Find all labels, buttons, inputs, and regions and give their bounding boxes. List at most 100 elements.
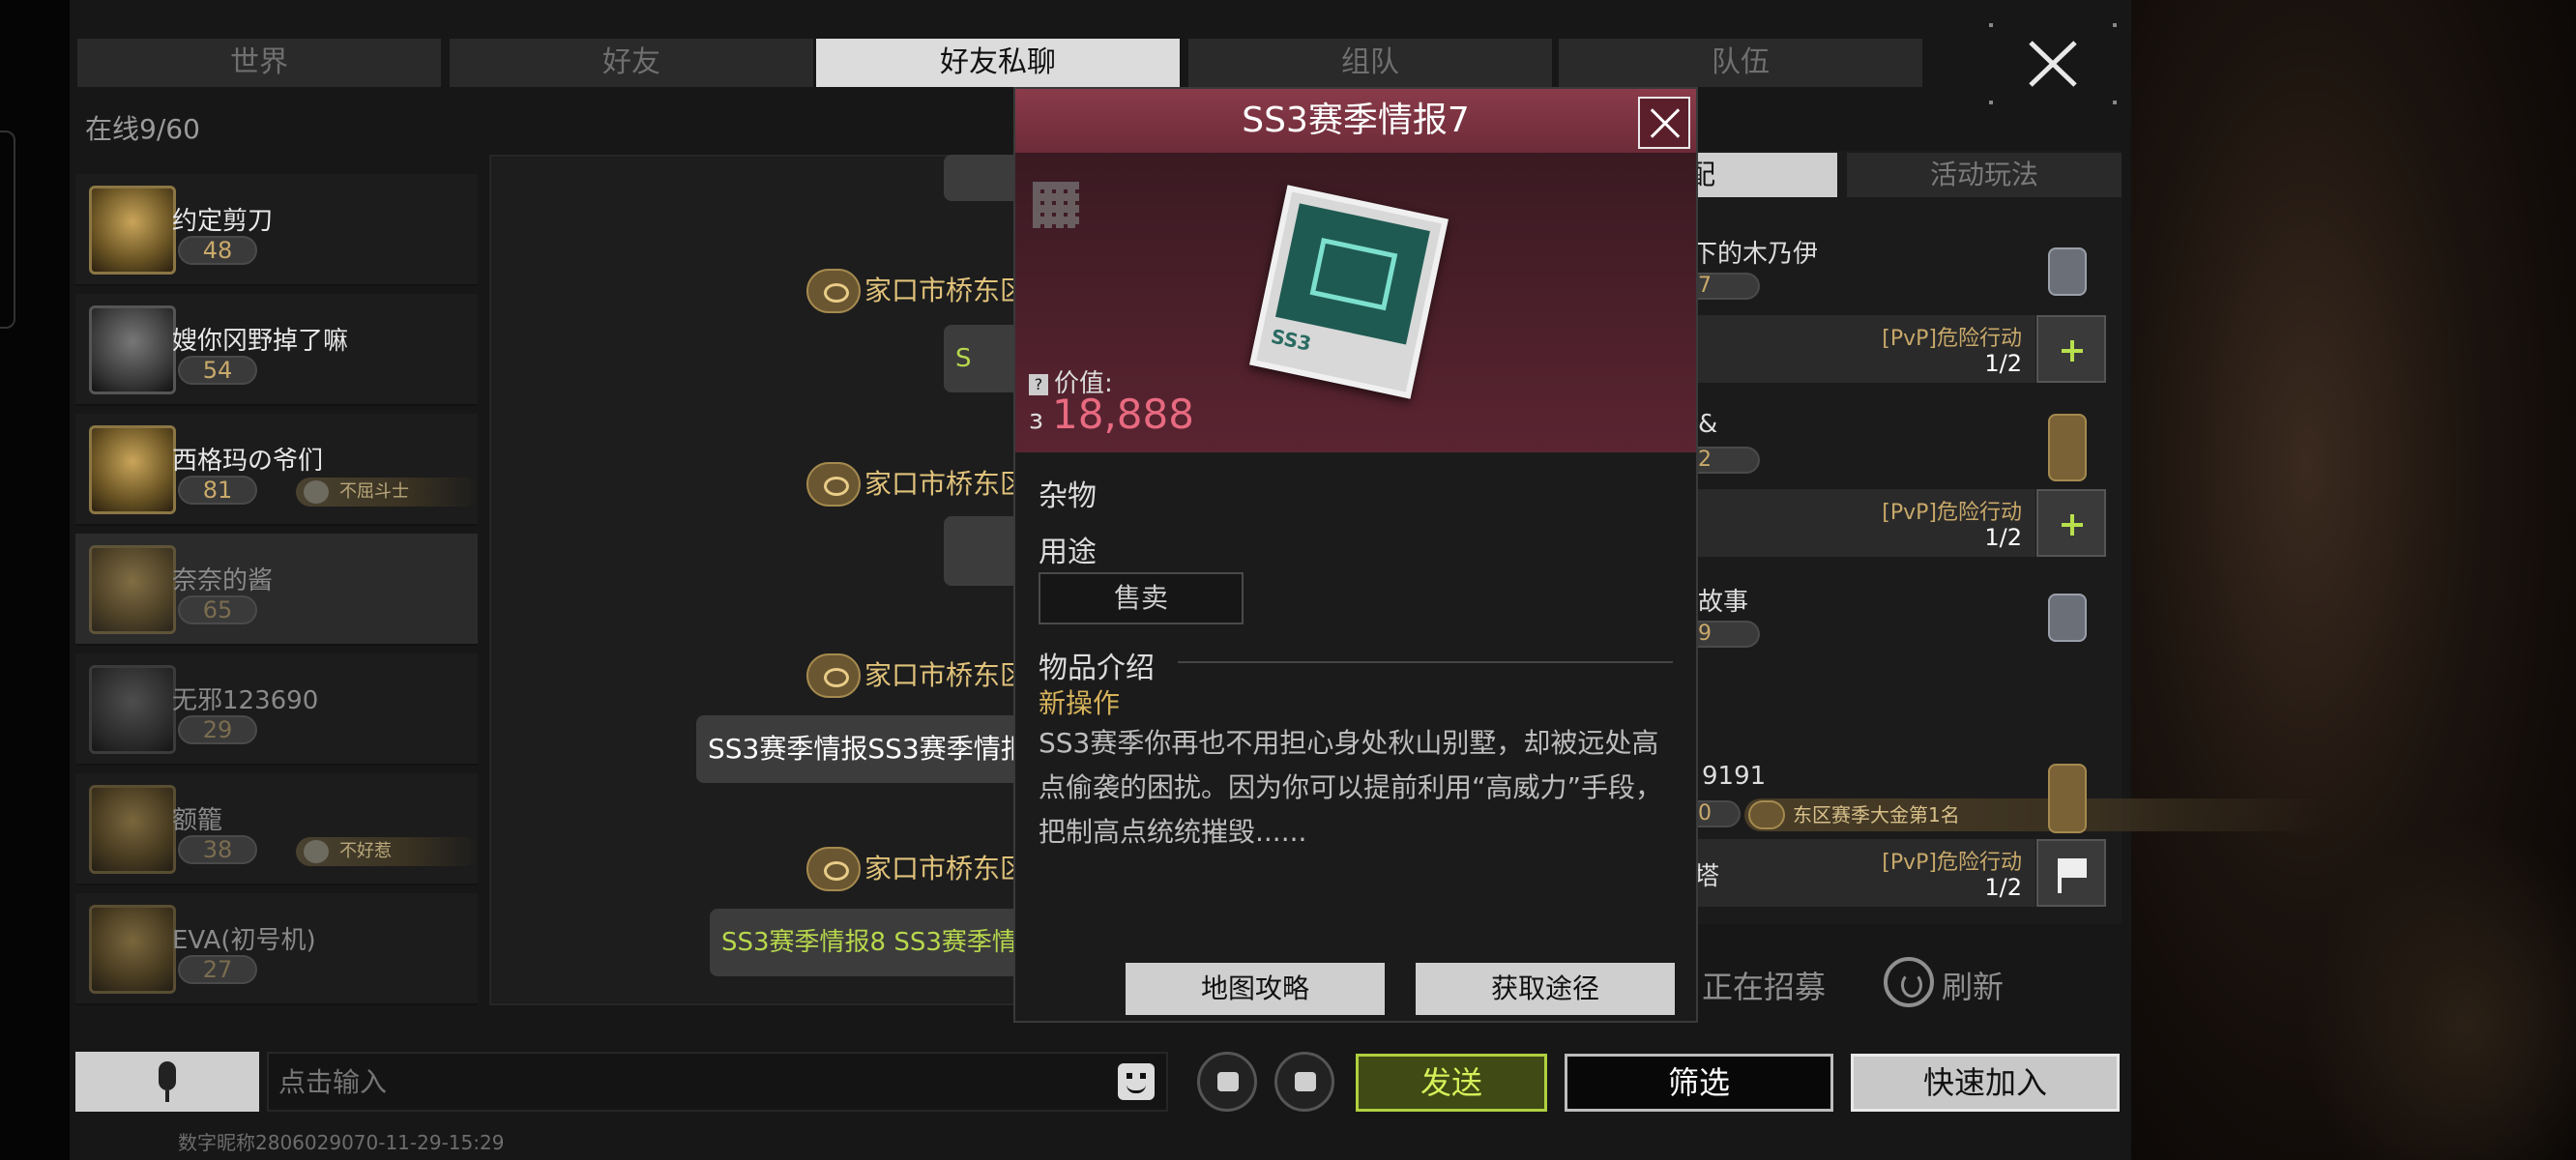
friend-item[interactable]: EVA(初号机) 27 [75,893,478,1005]
sell-button[interactable]: 售卖 [1039,572,1244,624]
side-drawer-handle[interactable] [0,130,15,329]
tab-world[interactable]: 世界 [77,39,441,87]
join-team-button[interactable] [2036,489,2106,557]
friend-item[interactable]: 约定剪刀 48 [75,174,478,286]
new-op-label: 新操作 [1039,687,1121,719]
location-label: 家口市桥东区 [864,468,1028,500]
member-count: 1/2 [1984,524,2022,551]
location-tag: 家口市桥东区 [806,653,1027,698]
item-artwork [1274,203,1430,345]
mic-icon[interactable] [75,1052,259,1112]
avatar [89,545,176,634]
rank-emblem-icon [2048,764,2087,833]
friend-item[interactable]: 嫂你冈野掉了嘛 54 [75,294,478,406]
eye-icon [806,462,861,507]
chat-input[interactable] [267,1052,1168,1112]
friend-level: 65 [178,595,257,624]
chat-bubble: S [944,325,1021,392]
tab-activities[interactable]: 活动玩法 [1847,153,2122,197]
close-chat-button[interactable] [1987,21,2119,106]
avatar [89,665,176,754]
friend-level: 27 [178,955,257,984]
team-name: 故事 [1698,588,1749,617]
close-icon[interactable] [1638,97,1690,149]
rank-emblem-icon [2048,247,2087,296]
item-detail-modal: SS3赛季情报7 SS3 ? 价值: ɜ 18,888 杂物 用途 售卖 物品介绍 … [1013,87,1698,1023]
recruiting-label: 正在招募 [1702,969,1827,1005]
location-tag: 家口市桥东区 [806,847,1027,891]
location-tag: 家口市桥东区 [806,462,1027,507]
friend-name: 嫂你冈野掉了嘛 [172,327,349,356]
friend-item[interactable]: 额籠 38 不好惹 [75,773,480,885]
avatar [89,305,176,394]
refresh-button[interactable]: 刷新 [1942,963,2004,1007]
member-count: 1/2 [1984,350,2022,377]
avatar [89,905,176,994]
bubble-text: S [955,344,972,373]
friend-title-badge: 不屈斗士 [296,478,480,507]
item-category: 杂物 [1039,479,1097,513]
badge-label: 不好惹 [339,841,392,861]
online-count: 在线9/60 [85,113,200,145]
badge-icon [304,480,329,504]
refresh-icon[interactable] [1884,957,1934,1007]
rank-banner: 东区赛季大金第1名 [1744,798,2325,831]
join-team-button[interactable] [2036,315,2106,383]
bubble-text: SS3赛季情报SS3赛季情报 [708,733,1021,765]
tab-team-up[interactable]: 组队 [1188,39,1552,87]
watermark: 数字昵称2806029070-11-29-15:29 [178,1131,505,1154]
friend-item[interactable]: 西格玛の爷们 81 不屈斗士 [75,414,480,526]
friend-level: 54 [178,356,257,385]
avatar [89,186,176,275]
item-image-label: SS3 [1269,324,1314,356]
friend-name: 额籠 [172,806,223,835]
friend-name: EVA(初号机) [172,926,316,955]
member-count: 1/2 [1984,874,2022,901]
friend-name: 西格玛の爷们 [172,447,324,476]
friend-level: 29 [178,715,257,744]
rank-emblem-icon [2048,414,2087,481]
tab-party[interactable]: 队伍 [1559,39,1922,87]
chat-icon[interactable] [1274,1052,1334,1112]
friend-level: 38 [178,835,257,864]
divider [1178,661,1673,663]
obtain-button[interactable]: 获取途径 [1416,963,1675,1015]
filter-button[interactable]: 筛选 [1565,1054,1833,1112]
flag-icon[interactable] [2036,839,2106,907]
team-name: & [1698,410,1718,439]
game-mode: [PvP]危险行动 [1882,851,2022,875]
eye-icon [1748,800,1785,829]
quick-join-button[interactable]: 快速加入 [1851,1054,2120,1112]
send-button[interactable]: 发送 [1356,1054,1547,1112]
eye-icon [806,269,861,313]
emoji-icon[interactable] [1118,1063,1155,1100]
map-guide-button[interactable]: 地图攻略 [1126,963,1385,1015]
tab-private-chat[interactable]: 好友私聊 [816,39,1180,87]
tab-friends[interactable]: 好友 [450,39,813,87]
chat-bubble: SS3赛季情报8 SS3赛季情报 [710,909,1021,976]
currency-icon: ɜ [1029,403,1043,435]
satellite-icon[interactable] [1197,1052,1257,1112]
friend-title-badge: 不好惹 [296,837,480,866]
use-label: 用途 [1039,536,1097,569]
bubble-text: SS3赛季情报8 SS3赛季情报 [721,928,1021,957]
friend-name: 约定剪刀 [172,207,274,236]
location-label: 家口市桥东区 [864,275,1028,306]
background-glow [2301,822,2576,1160]
location-label: 家口市桥东区 [864,853,1028,884]
friend-level: 81 [178,476,257,505]
friend-item[interactable]: 无邪123690 29 [75,653,478,766]
game-mode: [PvP]危险行动 [1882,327,2022,351]
avatar [89,785,176,874]
chat-bubble [944,516,1021,586]
friend-item[interactable]: 奈奈的酱 65 [75,534,478,646]
badge-label: 不屈斗士 [339,481,409,502]
friend-name: 奈奈的酱 [172,566,274,595]
badge-icon [304,840,329,863]
item-description: SS3赛季你再也不用担心身处秋山别墅，却被远处高点偷袭的困扰。因为你可以提前利用… [1039,727,1663,848]
game-mode: [PvP]危险行动 [1882,501,2022,525]
value-amount: 18,888 [1052,391,1194,438]
friend-level: 48 [178,236,257,265]
rank-emblem-icon [2048,594,2087,642]
eye-icon [806,653,861,698]
